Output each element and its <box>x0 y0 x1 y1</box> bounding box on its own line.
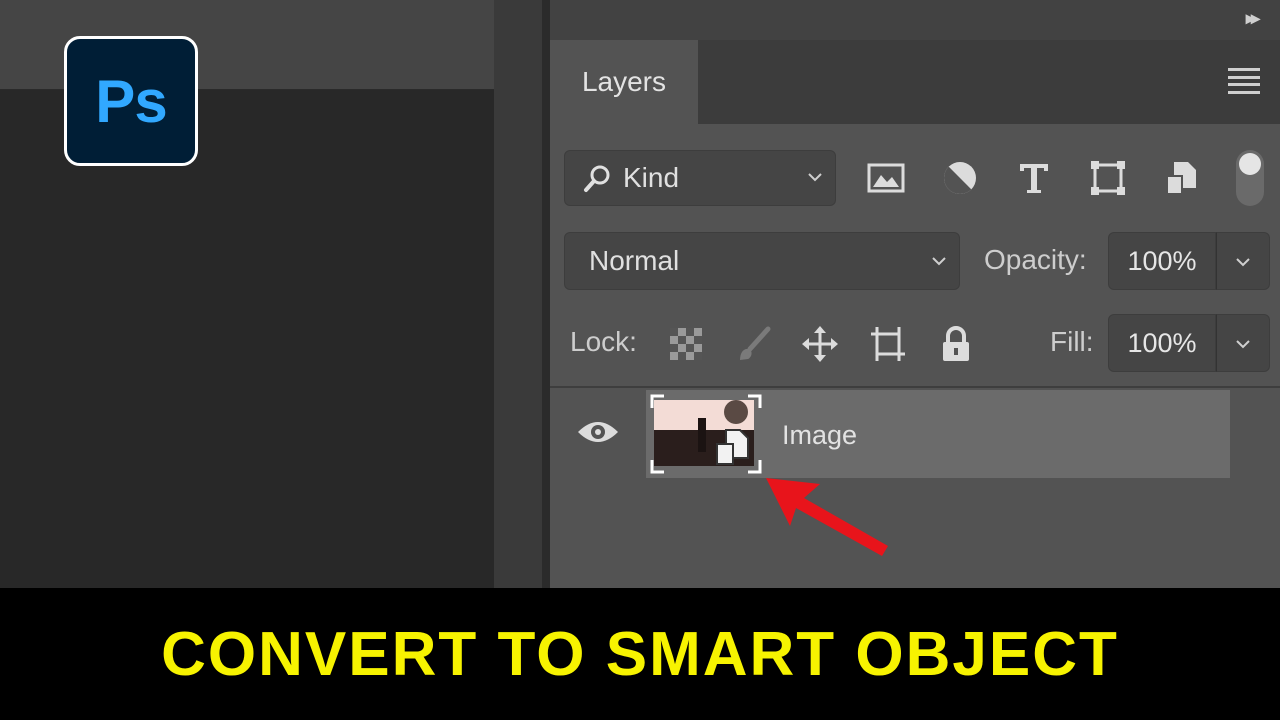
photoshop-logo-text: Ps <box>95 67 167 135</box>
type-filter-icon[interactable] <box>1014 158 1054 198</box>
fill-value: 100% <box>1127 327 1197 358</box>
filter-kind-select[interactable]: Kind <box>564 150 836 206</box>
panel-header-strip: ▸▸ <box>550 0 1280 40</box>
chevron-down-icon <box>932 257 946 266</box>
smart-object-badge-icon <box>716 429 749 465</box>
fill-dropdown-button[interactable] <box>1216 314 1270 372</box>
image-filter-icon[interactable] <box>866 158 906 198</box>
panel-separator <box>550 386 1280 388</box>
fill-label: Fill: <box>1050 326 1094 357</box>
shape-filter-icon[interactable] <box>1088 158 1128 198</box>
opacity-label: Opacity: <box>984 244 1087 275</box>
fill-input[interactable]: 100% <box>1108 314 1216 372</box>
lock-position-icon[interactable] <box>800 324 840 364</box>
lock-artboard-icon[interactable] <box>868 324 908 364</box>
filter-toggle[interactable] <box>1236 150 1264 206</box>
panel-divider[interactable] <box>542 0 550 588</box>
caption-bar: CONVERT TO SMART OBJECT <box>0 588 1280 720</box>
photoshop-logo: Ps <box>64 36 198 166</box>
opacity-input[interactable]: 100% <box>1108 232 1216 290</box>
blend-mode-value: Normal <box>589 245 680 276</box>
annotation-arrow-icon <box>766 478 888 556</box>
layer-filter-row: Kind <box>550 150 1280 206</box>
opacity-value: 100% <box>1127 245 1197 276</box>
layers-panel: ▸▸ Layers Kind Normal Opacity: 100% Lock… <box>550 0 1280 588</box>
filter-kind-label: Kind <box>623 162 680 193</box>
smart-object-filter-icon[interactable] <box>1162 158 1202 198</box>
blend-mode-select[interactable]: Normal <box>564 232 960 290</box>
tab-layers-label: Layers <box>581 66 667 97</box>
collapse-panels-icon[interactable]: ▸▸ <box>1246 8 1260 29</box>
lock-label: Lock: <box>570 326 637 357</box>
lock-transparent-pixels-icon[interactable] <box>666 324 706 364</box>
document-workspace: Ps <box>0 0 550 588</box>
chevron-down-icon <box>808 173 822 182</box>
search-icon <box>584 165 610 192</box>
chevron-down-icon <box>1236 340 1250 349</box>
panel-tab-row: Layers <box>550 40 1280 124</box>
layer-row[interactable]: Image <box>550 390 1230 478</box>
tab-layers[interactable]: Layers <box>550 40 698 124</box>
lock-image-pixels-icon[interactable] <box>734 324 774 364</box>
caption-text: CONVERT TO SMART OBJECT <box>161 619 1119 689</box>
lock-all-icon[interactable] <box>936 324 976 364</box>
eye-icon[interactable] <box>576 416 620 448</box>
workspace-gutter <box>494 0 542 588</box>
adjustment-filter-icon[interactable] <box>940 158 980 198</box>
chevron-down-icon <box>1236 258 1250 267</box>
layer-name[interactable]: Image <box>782 420 857 451</box>
blend-row: Normal Opacity: 100% <box>550 232 1280 290</box>
layer-thumbnail[interactable] <box>650 394 762 474</box>
lock-row: Lock: Fill: 100% <box>550 314 1280 372</box>
panel-menu-icon[interactable] <box>1228 68 1260 94</box>
opacity-dropdown-button[interactable] <box>1216 232 1270 290</box>
layer-visibility-cell <box>550 390 646 478</box>
